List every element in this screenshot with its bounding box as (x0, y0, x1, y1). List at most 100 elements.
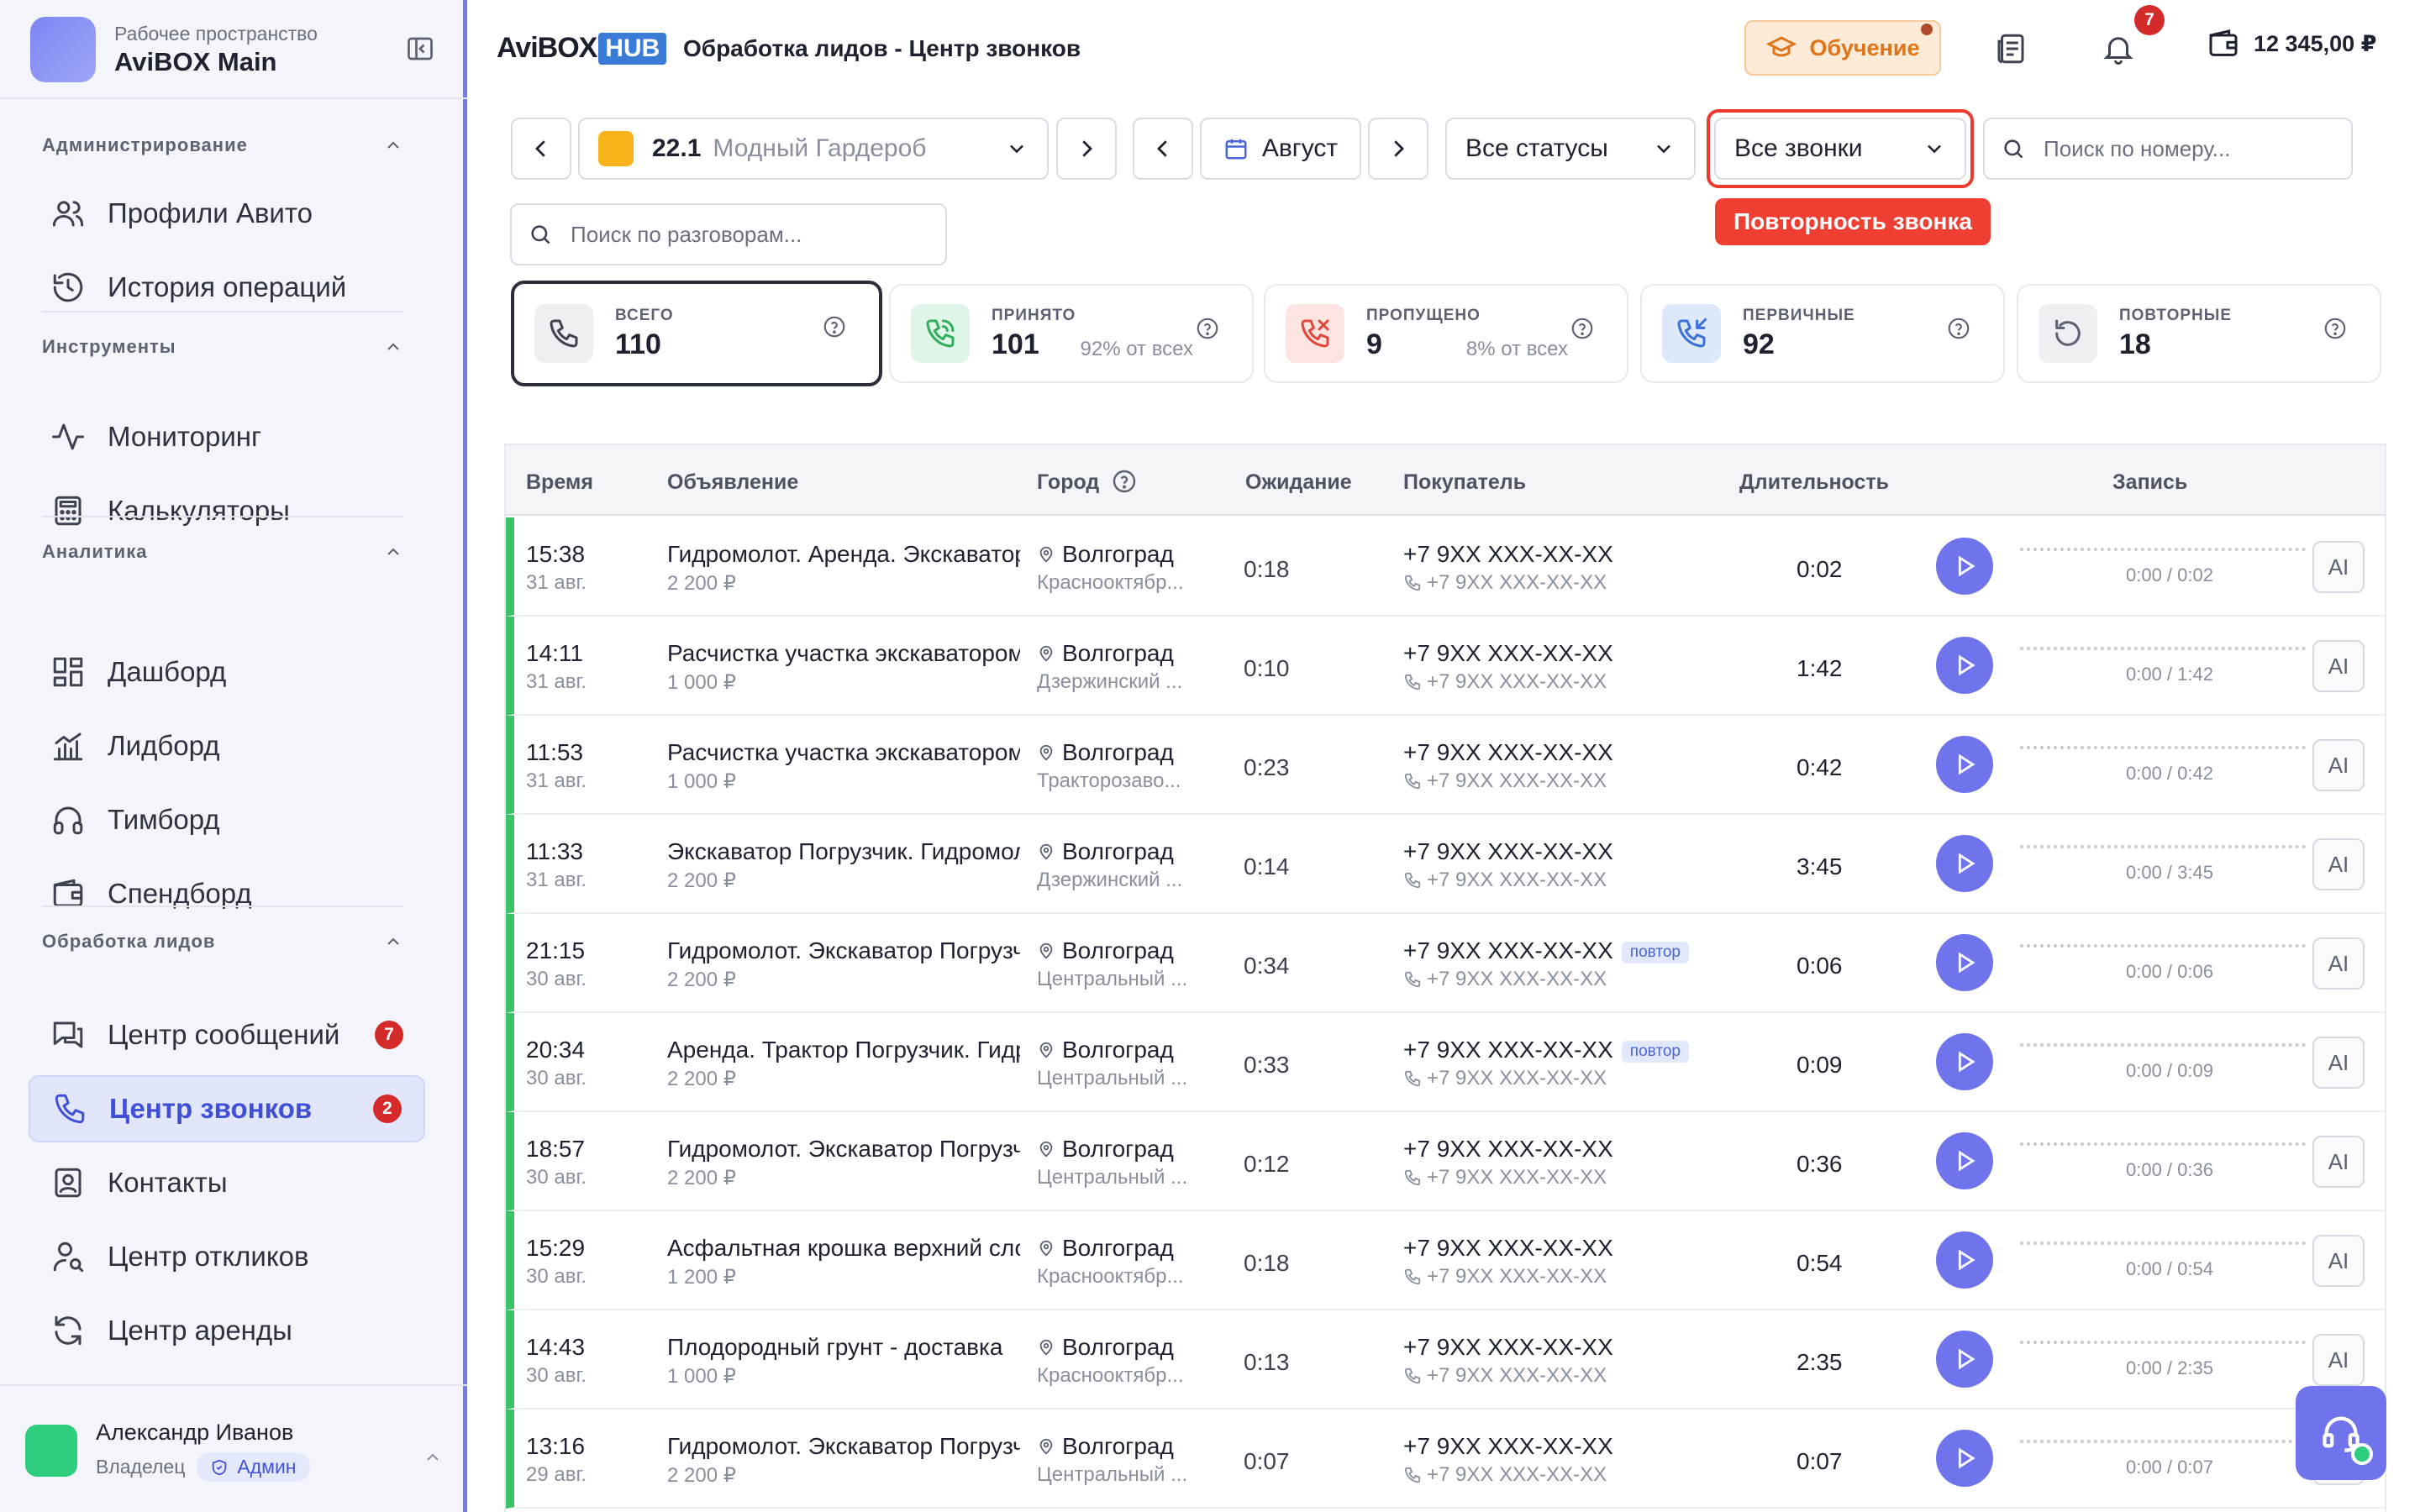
ad-title[interactable]: Экскаватор Погрузчик. Гидромолот (667, 838, 1020, 865)
ad-title[interactable]: Расчистка участка экскаватором (667, 640, 1020, 667)
phone-search-input[interactable]: Поиск по номеру... (1983, 118, 2353, 180)
buyer-phone[interactable]: +7 9XX XXX-XX-XX (1403, 1334, 1613, 1361)
buyer-phone[interactable]: +7 9XX XXX-XX-XX повтор (1403, 1037, 1689, 1063)
sidebar-item[interactable]: Центр сообщений 7 (29, 1001, 425, 1068)
audio-waveform[interactable] (2020, 1341, 2306, 1346)
table-row[interactable]: 11:53 31 авг. Расчистка участка экскават… (506, 716, 2385, 815)
table-row[interactable]: 21:15 30 авг. Гидромолот. Экскаватор Пог… (506, 914, 2385, 1013)
ad-title[interactable]: Гидромолот. Экскаватор Погрузчик (667, 937, 1020, 964)
play-button[interactable] (1936, 934, 1993, 991)
ai-button[interactable]: AI (2312, 1037, 2365, 1089)
prev-profile-button[interactable] (511, 118, 571, 180)
audio-waveform[interactable] (2020, 746, 2306, 751)
ai-button[interactable]: AI (2312, 1136, 2365, 1188)
play-button[interactable] (1936, 637, 1993, 694)
sidebar-item[interactable]: Калькуляторы (29, 477, 425, 544)
audio-waveform[interactable] (2020, 845, 2306, 850)
audio-waveform[interactable] (2020, 1142, 2306, 1147)
table-row[interactable]: 18:57 30 авг. Гидромолот. Экскаватор Пог… (506, 1112, 2385, 1211)
ai-button[interactable]: AI (2312, 739, 2365, 791)
profile-select[interactable]: 22.1 Модный Гардероб (578, 118, 1049, 180)
ad-title[interactable]: Расчистка участка экскаватором (667, 739, 1020, 766)
ai-button[interactable]: AI (2312, 937, 2365, 990)
buyer-phone[interactable]: +7 9XX XXX-XX-XX (1403, 1136, 1613, 1163)
audio-waveform[interactable] (2020, 944, 2306, 949)
bell-icon[interactable] (2098, 29, 2139, 69)
col-city[interactable]: Город (1037, 470, 1138, 495)
table-row[interactable]: 15:29 30 авг. Асфальтная крошка верхний … (506, 1211, 2385, 1310)
sidebar-item[interactable]: Дашборд (29, 638, 425, 706)
audio-waveform[interactable] (2020, 548, 2306, 553)
section-header[interactable]: Инструменты (42, 336, 403, 358)
stat-card[interactable]: ПОВТОРНЫЕ 18 (2017, 284, 2381, 383)
buyer-phone[interactable]: +7 9XX XXX-XX-XX (1403, 640, 1613, 667)
ad-title[interactable]: Плодородный грунт - доставка (667, 1334, 1020, 1361)
sidebar-collapse-icon[interactable] (403, 32, 437, 66)
buyer-phone[interactable]: +7 9XX XXX-XX-XX (1403, 838, 1613, 865)
table-row[interactable]: 20:34 30 авг. Аренда. Трактор Погрузчик.… (506, 1013, 2385, 1112)
app-logo[interactable]: AviBOX HUB (497, 32, 667, 65)
play-button[interactable] (1936, 835, 1993, 892)
ad-title[interactable]: Гидромолот. Экскаватор Погрузчик (667, 1136, 1020, 1163)
audio-waveform[interactable] (2020, 647, 2306, 652)
audio-waveform[interactable] (2020, 1440, 2306, 1445)
stat-card[interactable]: ПРИНЯТО 101 92% от всех (889, 284, 1254, 383)
buyer-phone[interactable]: +7 9XX XXX-XX-XX повтор (1403, 937, 1689, 964)
sidebar-item[interactable]: Центр звонков 2 (29, 1075, 425, 1142)
col-time[interactable]: Время (526, 470, 593, 495)
help-icon[interactable] (2323, 316, 2348, 341)
col-buyer[interactable]: Покупатель (1403, 470, 1526, 495)
audio-waveform[interactable] (2020, 1242, 2306, 1247)
play-button[interactable] (1936, 1033, 1993, 1090)
sidebar-item[interactable]: Центр откликов (29, 1223, 425, 1290)
table-row[interactable]: 14:11 31 авг. Расчистка участка экскават… (506, 617, 2385, 716)
news-icon[interactable] (1991, 29, 2031, 69)
help-icon[interactable] (822, 314, 847, 339)
prev-month-button[interactable] (1133, 118, 1193, 180)
table-row[interactable]: 14:43 30 авг. Плодородный грунт - достав… (506, 1310, 2385, 1410)
col-wait[interactable]: Ожидание (1245, 470, 1352, 495)
play-button[interactable] (1936, 1231, 1993, 1289)
workspace-switcher[interactable]: Рабочее пространство AviBOX Main (30, 17, 318, 82)
table-row[interactable]: 13:16 29 авг. Гидромолот. Экскаватор Пог… (506, 1410, 2385, 1509)
ad-title[interactable]: Гидромолот. Аренда. Экскаватор (667, 541, 1020, 568)
sidebar-item[interactable]: Центр аренды (29, 1297, 425, 1364)
section-header[interactable]: Аналитика (42, 541, 403, 563)
ai-button[interactable]: AI (2312, 838, 2365, 890)
section-header[interactable]: Обработка лидов (42, 931, 403, 953)
help-icon[interactable] (1570, 316, 1595, 341)
help-icon[interactable] (1195, 316, 1220, 341)
sidebar-item[interactable]: Профили Авито (29, 180, 425, 247)
ai-button[interactable]: AI (2312, 640, 2365, 692)
play-button[interactable] (1936, 1331, 1993, 1388)
user-profile[interactable]: Александр Иванов Владелец Админ (25, 1420, 310, 1482)
ai-button[interactable]: AI (2312, 541, 2365, 593)
stat-card[interactable]: ВСЕГО 110 (511, 281, 882, 386)
play-button[interactable] (1936, 736, 1993, 793)
ai-button[interactable]: AI (2312, 1334, 2365, 1386)
help-icon[interactable] (1946, 316, 1971, 341)
stat-card[interactable]: ПЕРВИЧНЫЕ 92 (1640, 284, 2005, 383)
status-select[interactable]: Все статусы (1445, 118, 1696, 180)
play-button[interactable] (1936, 538, 1993, 595)
buyer-phone[interactable]: +7 9XX XXX-XX-XX (1403, 1235, 1613, 1262)
balance[interactable]: 12 345,00 ₽ (2207, 27, 2376, 60)
sidebar-item[interactable]: Тимборд (29, 786, 425, 853)
buyer-phone[interactable]: +7 9XX XXX-XX-XX (1403, 739, 1613, 766)
ad-title[interactable]: Гидромолот. Экскаватор Погрузчик (667, 1433, 1020, 1460)
ad-title[interactable]: Аренда. Трактор Погрузчик. Гидромолот (667, 1037, 1020, 1063)
next-month-button[interactable] (1368, 118, 1428, 180)
section-header[interactable]: Администрирование (42, 134, 403, 156)
talk-search-input[interactable]: Поиск по разговорам... (510, 203, 947, 265)
month-select[interactable]: Август (1200, 118, 1361, 180)
table-row[interactable]: 11:33 31 авг. Экскаватор Погрузчик. Гидр… (506, 815, 2385, 914)
buyer-phone[interactable]: +7 9XX XXX-XX-XX (1403, 541, 1613, 568)
col-ad[interactable]: Объявление (667, 470, 798, 495)
chevron-up-icon[interactable] (420, 1445, 445, 1470)
next-profile-button[interactable] (1056, 118, 1117, 180)
sidebar-item[interactable]: Мониторинг (29, 403, 425, 470)
table-row[interactable]: 15:38 31 авг. Гидромолот. Аренда. Экскав… (506, 517, 2385, 617)
col-duration[interactable]: Длительность (1739, 470, 1889, 495)
audio-waveform[interactable] (2020, 1043, 2306, 1048)
ai-button[interactable]: AI (2312, 1235, 2365, 1287)
